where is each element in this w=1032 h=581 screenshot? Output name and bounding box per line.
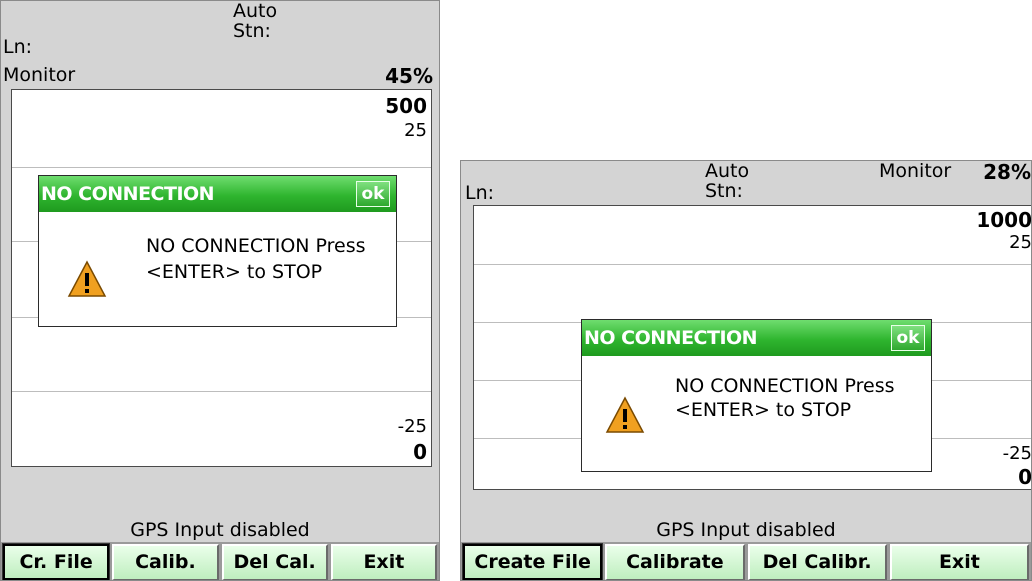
- dialog-title: NO CONNECTION: [41, 183, 215, 205]
- dialog-title: NO CONNECTION: [584, 327, 758, 349]
- softkey-bar: Cr. File Calib. Del Cal. Exit: [1, 542, 439, 580]
- no-connection-dialog: NO CONNECTION ok NO CONNECTION Press <EN…: [38, 175, 397, 327]
- exit-button[interactable]: Exit: [330, 544, 437, 580]
- plot-gridline: [12, 391, 431, 392]
- dialog-message-line2: <ENTER> to STOP: [146, 261, 323, 283]
- dialog-message-line1: NO CONNECTION Press: [146, 235, 366, 257]
- delete-calibration-button[interactable]: Del Calibr.: [747, 544, 887, 580]
- plot-gridline: [474, 264, 1031, 265]
- warning-triangle-icon: [605, 396, 645, 433]
- mode-label: Auto: [233, 0, 278, 22]
- line-label: Ln:: [465, 182, 495, 204]
- plot-scale-upper: 25: [404, 120, 427, 141]
- dialog-message-line1: NO CONNECTION Press: [675, 375, 895, 397]
- dialog-title-bar: NO CONNECTION ok: [39, 176, 396, 212]
- dialog-message-line2: <ENTER> to STOP: [675, 399, 852, 421]
- plot-gridline: [12, 167, 431, 168]
- monitor-label: Monitor: [3, 64, 76, 86]
- softkey-bar: Create File Calibrate Del Calibr. Exit: [461, 542, 1031, 580]
- plot-scale-upper: 25: [1009, 232, 1032, 253]
- station-label: Stn:: [233, 20, 271, 42]
- calibrate-button[interactable]: Calibrate: [605, 544, 745, 580]
- line-label: Ln:: [3, 36, 33, 58]
- plot-scale-lower: -25: [397, 416, 427, 437]
- delete-calibration-button[interactable]: Del Cal.: [221, 544, 328, 580]
- monitor-label: Monitor: [879, 160, 952, 182]
- warning-triangle-icon: [67, 260, 107, 297]
- mode-label: Auto: [705, 160, 750, 182]
- station-label: Stn:: [705, 180, 743, 202]
- plot-scale-max: 1000: [976, 208, 1032, 232]
- gps-status: GPS Input disabled: [130, 519, 310, 541]
- plot-scale-lower: -25: [1002, 443, 1032, 464]
- ok-button[interactable]: ok: [356, 181, 390, 207]
- portrait-device-screen: Auto Ln: Stn: Monitor 45% 500 25 -25 0 N…: [0, 0, 440, 581]
- plot-scale-min: 0: [413, 440, 427, 464]
- dialog-title-bar: NO CONNECTION ok: [582, 320, 931, 356]
- battery-percent: 28%: [983, 160, 1031, 184]
- exit-button[interactable]: Exit: [889, 544, 1029, 580]
- no-connection-dialog: NO CONNECTION ok NO CONNECTION Press <EN…: [581, 319, 932, 472]
- landscape-device-screen: Auto Ln: Stn: Monitor 28% 1000 25 -25 0 …: [460, 160, 1032, 581]
- ok-button[interactable]: ok: [891, 325, 925, 351]
- battery-percent: 45%: [385, 64, 433, 88]
- gps-status: GPS Input disabled: [656, 519, 836, 541]
- create-file-button[interactable]: Create File: [461, 543, 604, 580]
- calibrate-button[interactable]: Calib.: [112, 544, 219, 580]
- create-file-button[interactable]: Cr. File: [1, 543, 111, 580]
- plot-scale-min: 0: [1018, 465, 1032, 489]
- plot-scale-max: 500: [385, 94, 427, 118]
